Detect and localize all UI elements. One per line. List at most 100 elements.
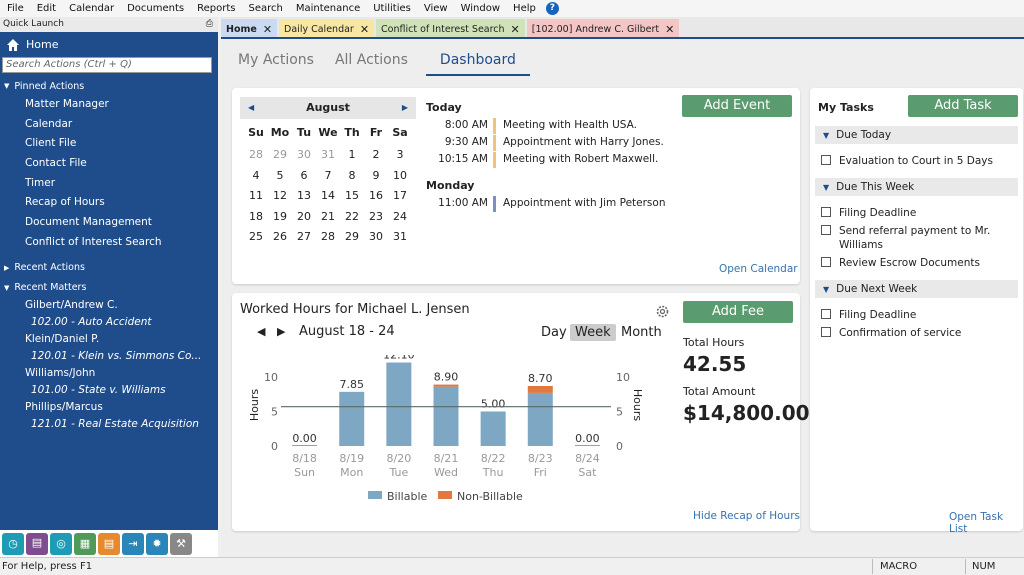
tab-daily-calendar[interactable]: Daily Calendar ✕ [279, 19, 375, 39]
sidebar-item-calendar[interactable]: Calendar [0, 115, 218, 135]
task-checkbox[interactable] [821, 225, 831, 235]
clock-icon[interactable]: ◷ [2, 532, 24, 555]
calendar-day[interactable]: 6 [292, 169, 316, 182]
calendar-day[interactable]: 10 [388, 169, 412, 182]
task-item[interactable]: Filing Deadline [821, 308, 1011, 322]
prev-week-icon[interactable]: ◀ [257, 325, 265, 338]
task-checkbox[interactable] [821, 309, 831, 319]
recent-actions-header[interactable]: ▶ Recent Actions [0, 259, 218, 277]
tab-my-actions[interactable]: My Actions [235, 46, 326, 76]
close-icon[interactable]: ✕ [263, 23, 272, 36]
sidebar-item-document-management[interactable]: Document Management [0, 213, 218, 233]
calendar-day[interactable]: 3 [388, 148, 412, 161]
tab-conflict-search[interactable]: Conflict of Interest Search ✕ [376, 19, 525, 39]
calendar-day[interactable]: 30 [364, 230, 388, 243]
close-icon[interactable]: ✕ [360, 23, 369, 36]
calendar-day[interactable]: 2 [364, 148, 388, 161]
money-icon[interactable]: ▦ [74, 532, 96, 555]
open-calendar-link[interactable]: Open Calendar [719, 263, 798, 275]
add-task-button[interactable]: Add Task [908, 95, 1018, 117]
task-item[interactable]: Filing Deadline [821, 206, 1011, 220]
close-icon[interactable]: ✕ [511, 23, 520, 36]
calendar-day[interactable]: 23 [364, 210, 388, 223]
calendar-day[interactable]: 29 [340, 230, 364, 243]
folder-icon[interactable]: ▤ [26, 532, 48, 555]
sidebar-item-contact-file[interactable]: Contact File [0, 154, 218, 174]
calendar-day[interactable]: 13 [292, 189, 316, 202]
task-checkbox[interactable] [821, 155, 831, 165]
sidebar-item-client-file[interactable]: Client File [0, 134, 218, 154]
calendar-day[interactable]: 18 [244, 210, 268, 223]
tab-matter-gilbert[interactable]: [102.00] Andrew C. Gilbert ✕ [526, 19, 680, 39]
next-month-icon[interactable]: ▶ [402, 97, 408, 119]
calendar-day[interactable]: 22 [340, 210, 364, 223]
gear-icon[interactable] [655, 304, 670, 319]
menu-edit[interactable]: Edit [32, 0, 64, 17]
event-item[interactable]: Appointment with Harry Jones. [503, 136, 664, 148]
calendar-day[interactable]: 30 [292, 148, 316, 161]
calendar-day[interactable]: 5 [268, 169, 292, 182]
tab-home[interactable]: Home ✕ [221, 19, 278, 39]
view-day-button[interactable]: Day [541, 325, 567, 340]
menu-window[interactable]: Window [456, 0, 508, 17]
menu-reports[interactable]: Reports [192, 0, 243, 17]
task-section-due-this-week[interactable]: ▼ Due This Week [815, 178, 1018, 196]
task-checkbox[interactable] [821, 327, 831, 337]
menu-maintenance[interactable]: Maintenance [291, 0, 368, 17]
event-item[interactable]: Appointment with Jim Peterson [503, 197, 665, 209]
pinned-actions-header[interactable]: ▼ Pinned Actions [0, 77, 218, 95]
calendar-day[interactable]: 14 [316, 189, 340, 202]
recent-matter-item[interactable]: Gilbert/Andrew C. 102.00 - Auto Accident [0, 297, 218, 331]
calendar-day[interactable]: 12 [268, 189, 292, 202]
menu-documents[interactable]: Documents [122, 0, 192, 17]
hide-recap-link[interactable]: Hide Recap of Hours [693, 510, 800, 522]
pin-icon[interactable]: ⎙ [206, 17, 213, 32]
task-checkbox[interactable] [821, 257, 831, 267]
sidebar-item-matter-manager[interactable]: Matter Manager [0, 95, 218, 115]
task-checkbox[interactable] [821, 207, 831, 217]
calendar-day[interactable]: 11 [244, 189, 268, 202]
recent-matter-item[interactable]: Williams/John 101.00 - State v. Williams [0, 365, 218, 399]
task-section-due-today[interactable]: ▼ Due Today [815, 126, 1018, 144]
tab-dashboard[interactable]: Dashboard [425, 46, 530, 76]
recent-matters-header[interactable]: ▼ Recent Matters [0, 279, 218, 297]
calendar-day[interactable]: 28 [244, 148, 268, 161]
event-item[interactable]: Meeting with Robert Maxwell. [503, 153, 658, 165]
add-event-button[interactable]: Add Event [682, 95, 792, 117]
calendar-day[interactable]: 20 [292, 210, 316, 223]
menu-file[interactable]: File [2, 0, 32, 17]
calendar-day[interactable]: 31 [388, 230, 412, 243]
search-actions-input[interactable]: Search Actions (Ctrl + Q) [2, 57, 212, 73]
menu-calendar[interactable]: Calendar [64, 0, 122, 17]
sidebar-home[interactable]: Home [0, 32, 218, 57]
calendar-day[interactable]: 19 [268, 210, 292, 223]
menu-help[interactable]: Help [508, 0, 544, 17]
add-fee-button[interactable]: Add Fee [683, 301, 793, 323]
calendar-day[interactable]: 25 [244, 230, 268, 243]
calendar-day[interactable]: 7 [316, 169, 340, 182]
settings-icon[interactable]: ✹ [146, 532, 168, 555]
calendar-day[interactable]: 28 [316, 230, 340, 243]
task-item[interactable]: Send referral payment to Mr. Williams [821, 224, 1011, 252]
tab-all-actions[interactable]: All Actions [332, 46, 420, 76]
calendar-day[interactable]: 16 [364, 189, 388, 202]
calendar-day[interactable]: 8 [340, 169, 364, 182]
calendar-day[interactable]: 27 [292, 230, 316, 243]
open-task-list-link[interactable]: Open Task List [949, 511, 1024, 535]
document-icon[interactable]: ▤ [98, 532, 120, 555]
menu-search[interactable]: Search [243, 0, 290, 17]
view-week-button[interactable]: Week [570, 324, 616, 341]
close-icon[interactable]: ✕ [665, 23, 674, 36]
calendar-day[interactable]: 17 [388, 189, 412, 202]
sidebar-item-timer[interactable]: Timer [0, 174, 218, 194]
task-item[interactable]: Confirmation of service [821, 326, 1011, 340]
menu-view[interactable]: View [419, 0, 456, 17]
next-week-icon[interactable]: ▶ [277, 325, 285, 338]
prev-month-icon[interactable]: ◀ [248, 97, 254, 119]
task-item[interactable]: Review Escrow Documents [821, 256, 1011, 270]
calendar-day[interactable]: 29 [268, 148, 292, 161]
calendar-day[interactable]: 15 [340, 189, 364, 202]
calendar-day[interactable]: 31 [316, 148, 340, 161]
calendar-day[interactable]: 21 [316, 210, 340, 223]
view-month-button[interactable]: Month [621, 325, 662, 340]
